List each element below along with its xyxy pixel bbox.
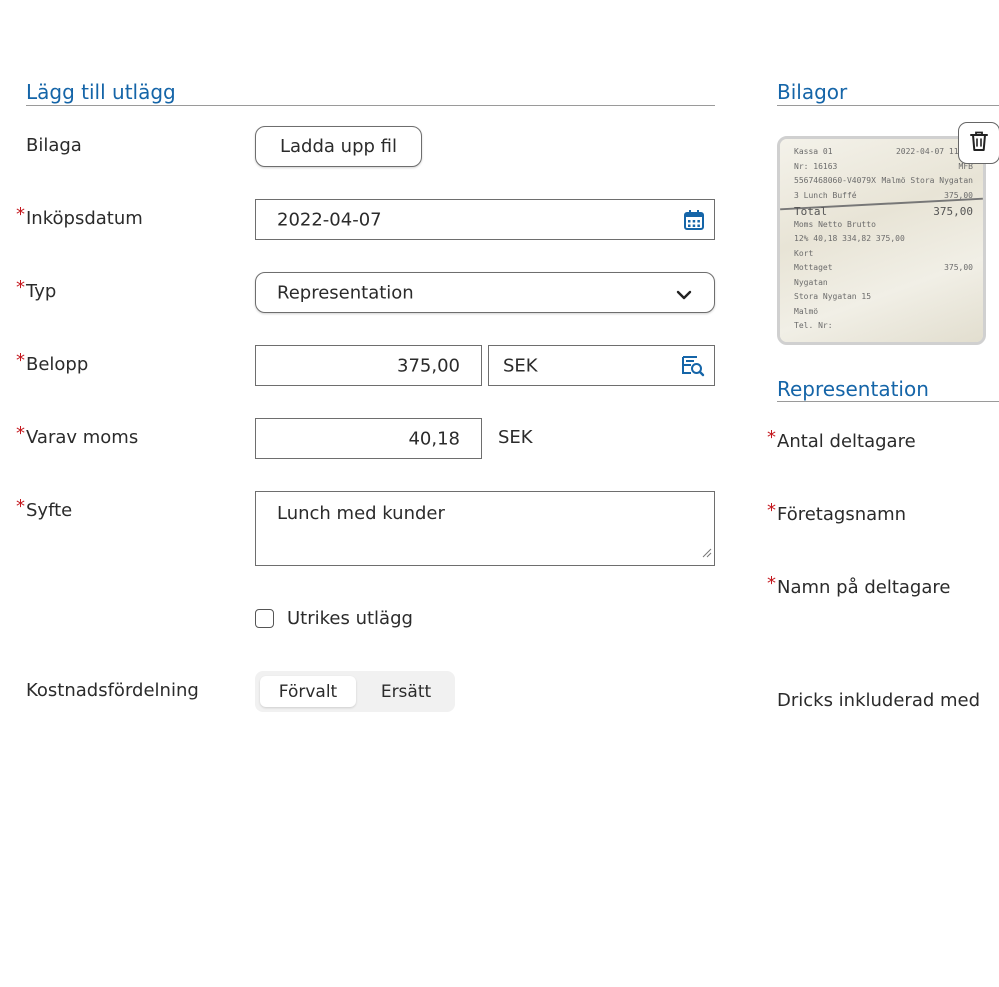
required-marker: *: [767, 500, 776, 521]
upload-file-button[interactable]: Ladda upp fil: [255, 126, 422, 167]
receipt-line: 5567468060-V4079X: [794, 176, 876, 185]
type-value: Representation: [277, 282, 414, 303]
participants-count-label: * Antal deltagare: [767, 427, 916, 452]
currency-search-icon[interactable]: [681, 355, 705, 382]
foreign-expense-label: Utrikes utlägg: [287, 608, 413, 629]
receipt-line: Tel. Nr:: [794, 321, 833, 330]
representation-divider: [777, 401, 999, 402]
required-marker: *: [767, 573, 776, 594]
resize-handle-icon[interactable]: [702, 542, 712, 563]
amount-value: 375,00: [397, 355, 460, 376]
receipt-line-value: 375,00: [933, 205, 973, 218]
required-marker: *: [16, 204, 25, 225]
required-marker: *: [16, 496, 25, 517]
receipt-line: 3 Lunch Buffé: [794, 190, 857, 200]
receipt-line: Total: [794, 205, 828, 218]
currency-value: SEK: [503, 355, 538, 376]
calendar-icon[interactable]: [683, 209, 705, 236]
purpose-label: * Syfte: [16, 496, 73, 521]
page-title: Lägg till utlägg: [26, 80, 176, 104]
type-select[interactable]: Representation: [255, 272, 715, 313]
representation-title: Representation: [777, 377, 929, 401]
purpose-value: Lunch med kunder: [277, 503, 445, 524]
participant-names-label: * Namn på deltagare: [767, 573, 951, 598]
receipt-line-value: 375,00: [944, 263, 973, 272]
required-marker: *: [16, 277, 25, 298]
title-divider: [26, 105, 715, 106]
vat-label: * Varav moms: [16, 423, 139, 448]
amount-input[interactable]: 375,00: [255, 345, 482, 386]
receipt-line-value: Malmö Stora Nygatan: [881, 176, 973, 185]
attachment-label: Bilaga: [26, 135, 82, 156]
cost-distribution-label: Kostnadsfördelning: [26, 680, 199, 701]
chevron-down-icon: [676, 286, 692, 307]
company-name-label: * Företagsnamn: [767, 500, 907, 525]
vat-currency: SEK: [498, 427, 533, 448]
amount-label: * Belopp: [16, 350, 89, 375]
option-default-button[interactable]: Förvalt: [260, 676, 356, 707]
receipt-line: Mottaget: [794, 263, 833, 272]
receipt-line-value: 375,00: [944, 190, 973, 200]
receipt-line: Nr: 16163: [794, 161, 838, 171]
vat-value: 40,18: [408, 428, 460, 449]
foreign-expense-checkbox[interactable]: [255, 609, 274, 628]
currency-input[interactable]: SEK: [488, 345, 715, 386]
required-marker: *: [16, 423, 25, 444]
delete-attachment-button[interactable]: [958, 122, 999, 164]
required-marker: *: [16, 350, 25, 371]
tip-label: Dricks inkluderad med: [777, 690, 981, 711]
receipt-line: Kort: [794, 248, 814, 258]
attachments-title: Bilagor: [777, 80, 848, 104]
receipt-line: Moms Netto Brutto: [794, 219, 876, 229]
required-marker: *: [767, 427, 776, 448]
purchase-date-input[interactable]: 2022-04-07: [255, 199, 715, 240]
cost-distribution-toggle: Förvalt Ersätt: [255, 671, 455, 712]
receipt-line: 12% 40,18 334,82 375,00: [794, 234, 905, 243]
receipt-line: Kassa 01: [794, 147, 833, 156]
type-label: * Typ: [16, 277, 57, 302]
receipt-line: Nygatan: [794, 277, 828, 287]
purchase-date-label: * Inköpsdatum: [16, 204, 143, 229]
receipt-thumbnail[interactable]: Kassa 01 2022-04-07 11:32 Nr: 16163 MFB 5567…: [777, 136, 986, 345]
purpose-textarea[interactable]: Lunch med kunder: [255, 491, 715, 566]
vat-input[interactable]: 40,18: [255, 418, 482, 459]
purchase-date-value: 2022-04-07: [277, 209, 382, 230]
receipt-line: Stora Nygatan 15: [794, 292, 872, 301]
receipt-line: Malmö: [794, 306, 819, 316]
option-replace-button[interactable]: Ersätt: [360, 676, 452, 707]
trash-icon: [969, 130, 989, 156]
attachments-divider: [777, 105, 999, 106]
